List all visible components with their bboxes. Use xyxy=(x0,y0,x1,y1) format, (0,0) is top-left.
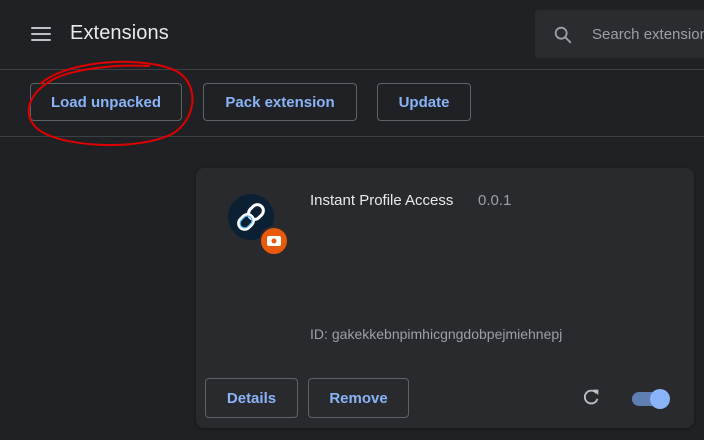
extension-card: Instant Profile Access 0.0.1 ID: gakekkeb… xyxy=(196,168,694,428)
menu-icon[interactable] xyxy=(31,24,53,42)
extension-version: 0.0.1 xyxy=(478,192,512,209)
remove-button[interactable]: Remove xyxy=(308,378,409,418)
search-box[interactable] xyxy=(535,10,704,58)
extension-id-value: gakekkebnpimhicgngdobpejmiehnepj xyxy=(331,326,563,342)
details-button[interactable]: Details xyxy=(205,378,298,418)
extension-name: Instant Profile Access xyxy=(310,192,454,209)
extension-id: ID: gakekkebnpimhicgngdobpejmiehnepj xyxy=(310,326,562,342)
unpacked-badge-icon xyxy=(259,226,289,256)
extension-enable-toggle[interactable] xyxy=(630,387,672,409)
dev-toolbar: Load unpacked Pack extension Update xyxy=(0,70,704,137)
header-bar: Extensions xyxy=(0,0,704,70)
pack-extension-button[interactable]: Pack extension xyxy=(203,83,357,121)
search-input[interactable] xyxy=(592,10,704,58)
search-icon[interactable] xyxy=(552,24,574,46)
toggle-thumb xyxy=(650,389,670,409)
extension-id-label: ID: xyxy=(310,326,328,342)
reload-icon[interactable] xyxy=(580,386,602,408)
load-unpacked-button[interactable]: Load unpacked xyxy=(30,83,182,121)
page-title: Extensions xyxy=(70,22,169,44)
update-button[interactable]: Update xyxy=(377,83,471,121)
